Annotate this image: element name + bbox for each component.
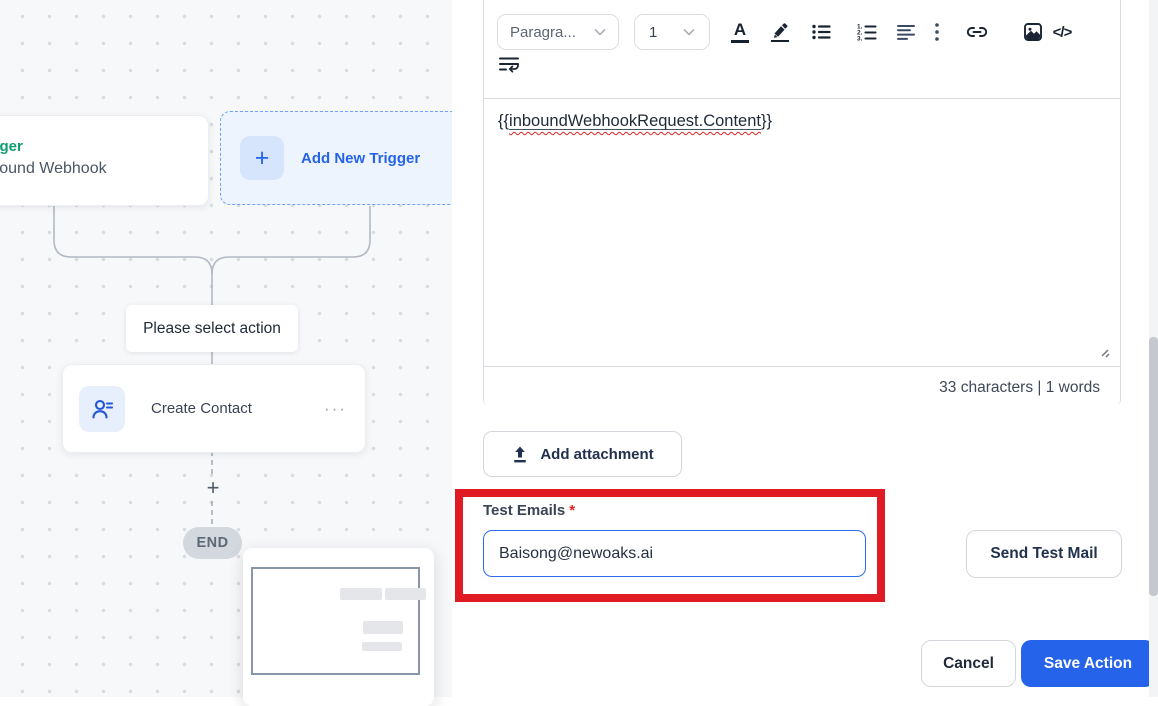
preview-panel [243,548,434,706]
scrollbar-track[interactable] [1149,0,1158,697]
paragraph-style-value: Paragra... [510,23,576,41]
font-size-value: 1 [649,23,658,41]
paragraph-style-dropdown[interactable]: Paragra... [497,14,619,50]
test-emails-label: Test Emails * [483,502,576,519]
required-asterisk: * [569,502,576,519]
contact-person-icon [79,385,125,432]
image-icon [1024,23,1042,41]
text-wrap-icon [498,57,520,73]
save-action-label: Save Action [1043,654,1133,672]
preview-placeholder-bar [363,621,403,634]
highlighter-icon [774,22,788,38]
add-new-trigger-button[interactable]: + Add New Trigger [220,111,460,205]
preview-placeholder-bar [340,588,382,600]
resize-grip-icon[interactable] [1098,346,1112,360]
text-color-underbar [731,40,749,43]
email-body-editor[interactable]: {{inboundWebhookRequest.Content}} [484,99,1120,366]
preview-placeholder-bar [362,642,402,651]
trigger-type-label: Trigger [0,138,23,155]
character-word-count: 33 characters | 1 words [939,379,1100,396]
align-icon [897,25,915,40]
numbered-list-button[interactable]: 1. 2. 3. [854,18,880,46]
card-more-options-button[interactable]: ··· [324,399,347,419]
bullet-list-button[interactable] [808,18,834,46]
merge-field-token: inboundWebhookRequest.Content [509,112,761,130]
create-contact-action-card[interactable]: Create Contact ··· [62,364,366,453]
insert-link-button[interactable] [964,18,990,46]
text-wrap-button[interactable] [497,53,521,75]
create-contact-label: Create Contact [151,400,252,417]
save-action-button[interactable]: Save Action [1021,640,1155,687]
add-new-trigger-label: Add New Trigger [301,149,421,167]
add-step-plus-button[interactable]: + [202,476,224,500]
chevron-down-icon [594,28,606,36]
link-icon [966,27,988,37]
align-button[interactable] [893,18,919,46]
code-icon: </> [1052,23,1073,41]
trigger-name-label: Inbound Webhook [0,160,107,177]
add-attachment-button[interactable]: Add attachment [483,431,682,477]
scrollbar-thumb[interactable] [1149,337,1158,596]
upload-icon [514,446,527,462]
add-attachment-label: Add attachment [540,445,654,463]
numbered-list-icon: 1. 2. 3. [857,24,877,43]
bullet-list-icon [812,24,831,40]
test-emails-input[interactable] [483,530,866,577]
insert-image-button[interactable] [1020,18,1046,46]
send-test-mail-label: Send Test Mail [990,545,1098,562]
cancel-label: Cancel [943,654,994,672]
svg-text:3.: 3. [857,36,863,43]
cancel-button[interactable]: Cancel [921,640,1016,687]
preview-placeholder-bar [385,588,426,600]
chevron-down-icon [683,28,695,36]
rich-text-editor: Paragra... 1 A 1. 2. 3. </> {{inboundWeb… [483,0,1121,408]
email-body-text: {{inboundWebhookRequest.Content}} [498,112,773,130]
workflow-canvas[interactable]: Trigger Inbound Webhook + Add New Trigge… [0,0,460,706]
font-size-dropdown[interactable]: 1 [634,14,710,50]
more-options-button[interactable] [930,18,944,46]
editor-footer: 33 characters | 1 words [484,366,1120,408]
end-badge: END [183,527,242,559]
highlight-color-button[interactable] [767,18,793,46]
text-color-button[interactable]: A [727,18,753,46]
send-test-mail-button[interactable]: Send Test Mail [966,530,1122,578]
highlight-underbar [771,39,789,43]
code-view-button[interactable]: </> [1047,18,1077,46]
vertical-ellipsis-icon [935,23,939,41]
plus-icon: + [240,136,284,180]
please-select-action-label: Please select action [126,305,298,352]
email-action-panel: Paragra... 1 A 1. 2. 3. </> {{inboundWeb… [452,0,1158,697]
text-color-icon: A [733,20,747,40]
